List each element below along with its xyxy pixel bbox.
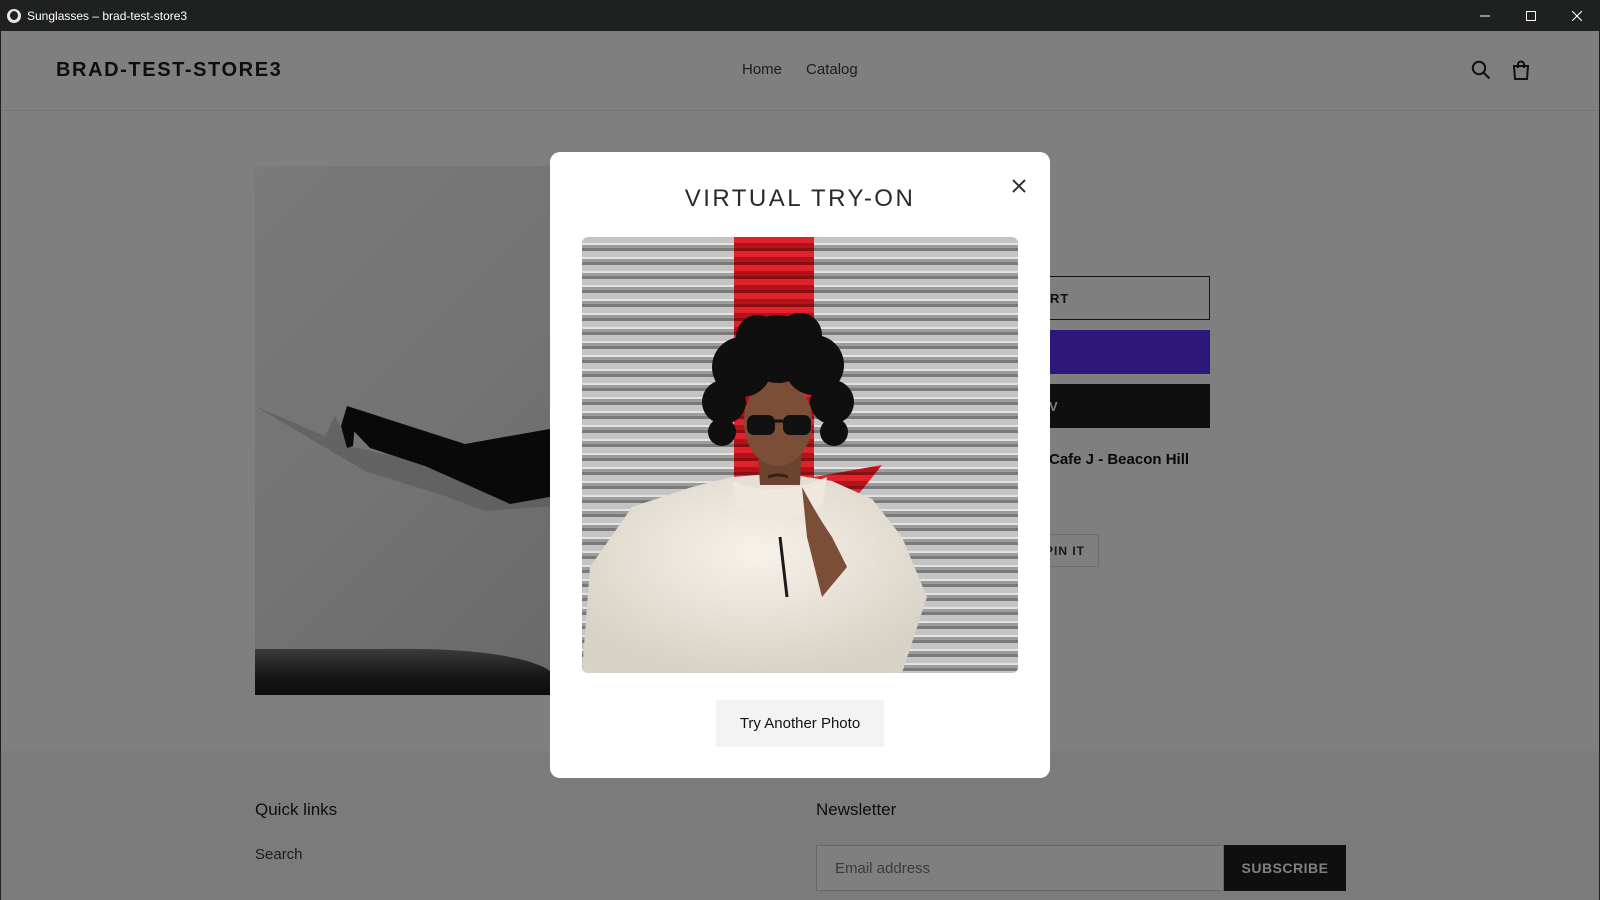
- maximize-icon: [1526, 10, 1536, 21]
- try-on-person-photo: [582, 237, 1018, 673]
- minimize-icon: [1480, 15, 1490, 16]
- browser-app-icon: [7, 8, 21, 23]
- modal-title: VIRTUAL TRY-ON: [684, 185, 916, 212]
- try-on-photo: [582, 237, 1018, 673]
- close-window-button[interactable]: [1554, 0, 1600, 31]
- close-icon: [1012, 179, 1026, 193]
- maximize-button[interactable]: [1508, 0, 1554, 31]
- modal-close-button[interactable]: [1009, 176, 1029, 196]
- try-another-photo-button[interactable]: Try Another Photo: [716, 700, 884, 747]
- window-controls: [1462, 0, 1600, 31]
- window-title: Sunglasses – brad-test-store3: [27, 8, 188, 23]
- close-icon: [1572, 10, 1582, 21]
- window-titlebar: Sunglasses – brad-test-store3: [0, 0, 1600, 31]
- minimize-button[interactable]: [1462, 0, 1508, 31]
- virtual-try-on-modal: VIRTUAL TRY-ON Try Another Photo: [550, 152, 1050, 778]
